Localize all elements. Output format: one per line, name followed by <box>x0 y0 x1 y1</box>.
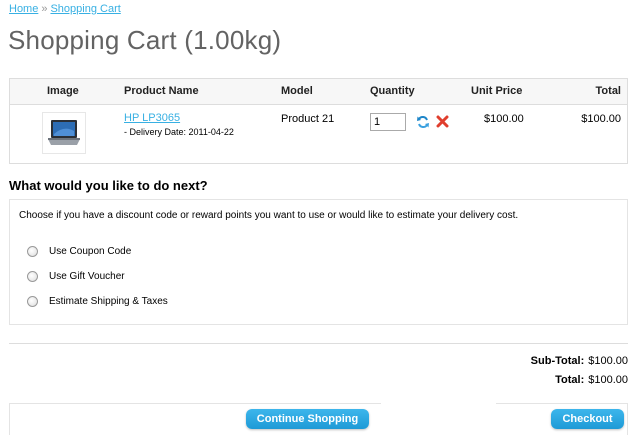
total-value: $100.00 <box>588 374 628 386</box>
unit-price: $100.00 <box>484 113 524 125</box>
breadcrumb-separator: » <box>41 3 48 15</box>
option-voucher[interactable]: Use Gift Voucher <box>27 271 125 282</box>
cart-table: Image Product Name Model Quantity Unit P… <box>9 78 628 164</box>
line-total: $100.00 <box>581 113 621 125</box>
checkout-button[interactable]: Checkout <box>551 409 624 429</box>
subtotal-row: Sub-Total: $100.00 <box>531 355 628 367</box>
voucher-radio[interactable] <box>27 271 38 282</box>
header-image: Image <box>47 85 79 97</box>
header-unit-price: Unit Price <box>471 85 523 97</box>
subtotal-value: $100.00 <box>588 355 628 367</box>
product-thumbnail[interactable] <box>42 112 86 154</box>
coupon-radio[interactable] <box>27 246 38 257</box>
cart-row: HP LP3065 - Delivery Date: 2011-04-22 Pr… <box>10 105 627 163</box>
quantity-input[interactable] <box>370 113 406 131</box>
cart-table-header: Image Product Name Model Quantity Unit P… <box>10 79 627 105</box>
header-model: Model <box>281 85 313 97</box>
breadcrumb: Home» Shopping Cart <box>9 3 121 15</box>
total-label: Total: <box>555 374 585 386</box>
next-steps-intro: Choose if you have a discount code or re… <box>19 210 519 221</box>
header-total: Total <box>595 85 621 97</box>
total-row: Total: $100.00 <box>555 374 628 386</box>
laptop-thumbnail <box>48 120 80 145</box>
breadcrumb-cart-link[interactable]: Shopping Cart <box>50 3 120 15</box>
buttons-bar-gap <box>381 395 496 435</box>
remove-x-icon[interactable] <box>436 115 449 128</box>
header-product-name: Product Name <box>124 85 199 97</box>
option-shipping[interactable]: Estimate Shipping & Taxes <box>27 296 168 307</box>
shipping-radio[interactable] <box>27 296 38 307</box>
voucher-label[interactable]: Use Gift Voucher <box>49 271 125 282</box>
product-model: Product 21 <box>281 113 335 125</box>
page-title: Shopping Cart (1.00kg) <box>8 25 282 55</box>
shipping-label[interactable]: Estimate Shipping & Taxes <box>49 296 168 307</box>
delivery-date: - Delivery Date: 2011-04-22 <box>124 127 234 137</box>
breadcrumb-home-link[interactable]: Home <box>9 3 38 15</box>
continue-shopping-button[interactable]: Continue Shopping <box>246 409 369 429</box>
option-coupon[interactable]: Use Coupon Code <box>27 246 131 257</box>
next-steps-title: What would you like to do next? <box>9 178 208 193</box>
coupon-label[interactable]: Use Coupon Code <box>49 246 131 257</box>
product-link[interactable]: HP LP3065 <box>124 112 180 124</box>
subtotal-label: Sub-Total: <box>530 355 585 367</box>
product-name-cell: HP LP3065 - Delivery Date: 2011-04-22 <box>124 112 234 137</box>
next-steps-box: Choose if you have a discount code or re… <box>9 199 628 325</box>
refresh-icon[interactable] <box>416 115 430 129</box>
header-quantity: Quantity <box>370 85 415 97</box>
totals-divider <box>9 343 628 344</box>
